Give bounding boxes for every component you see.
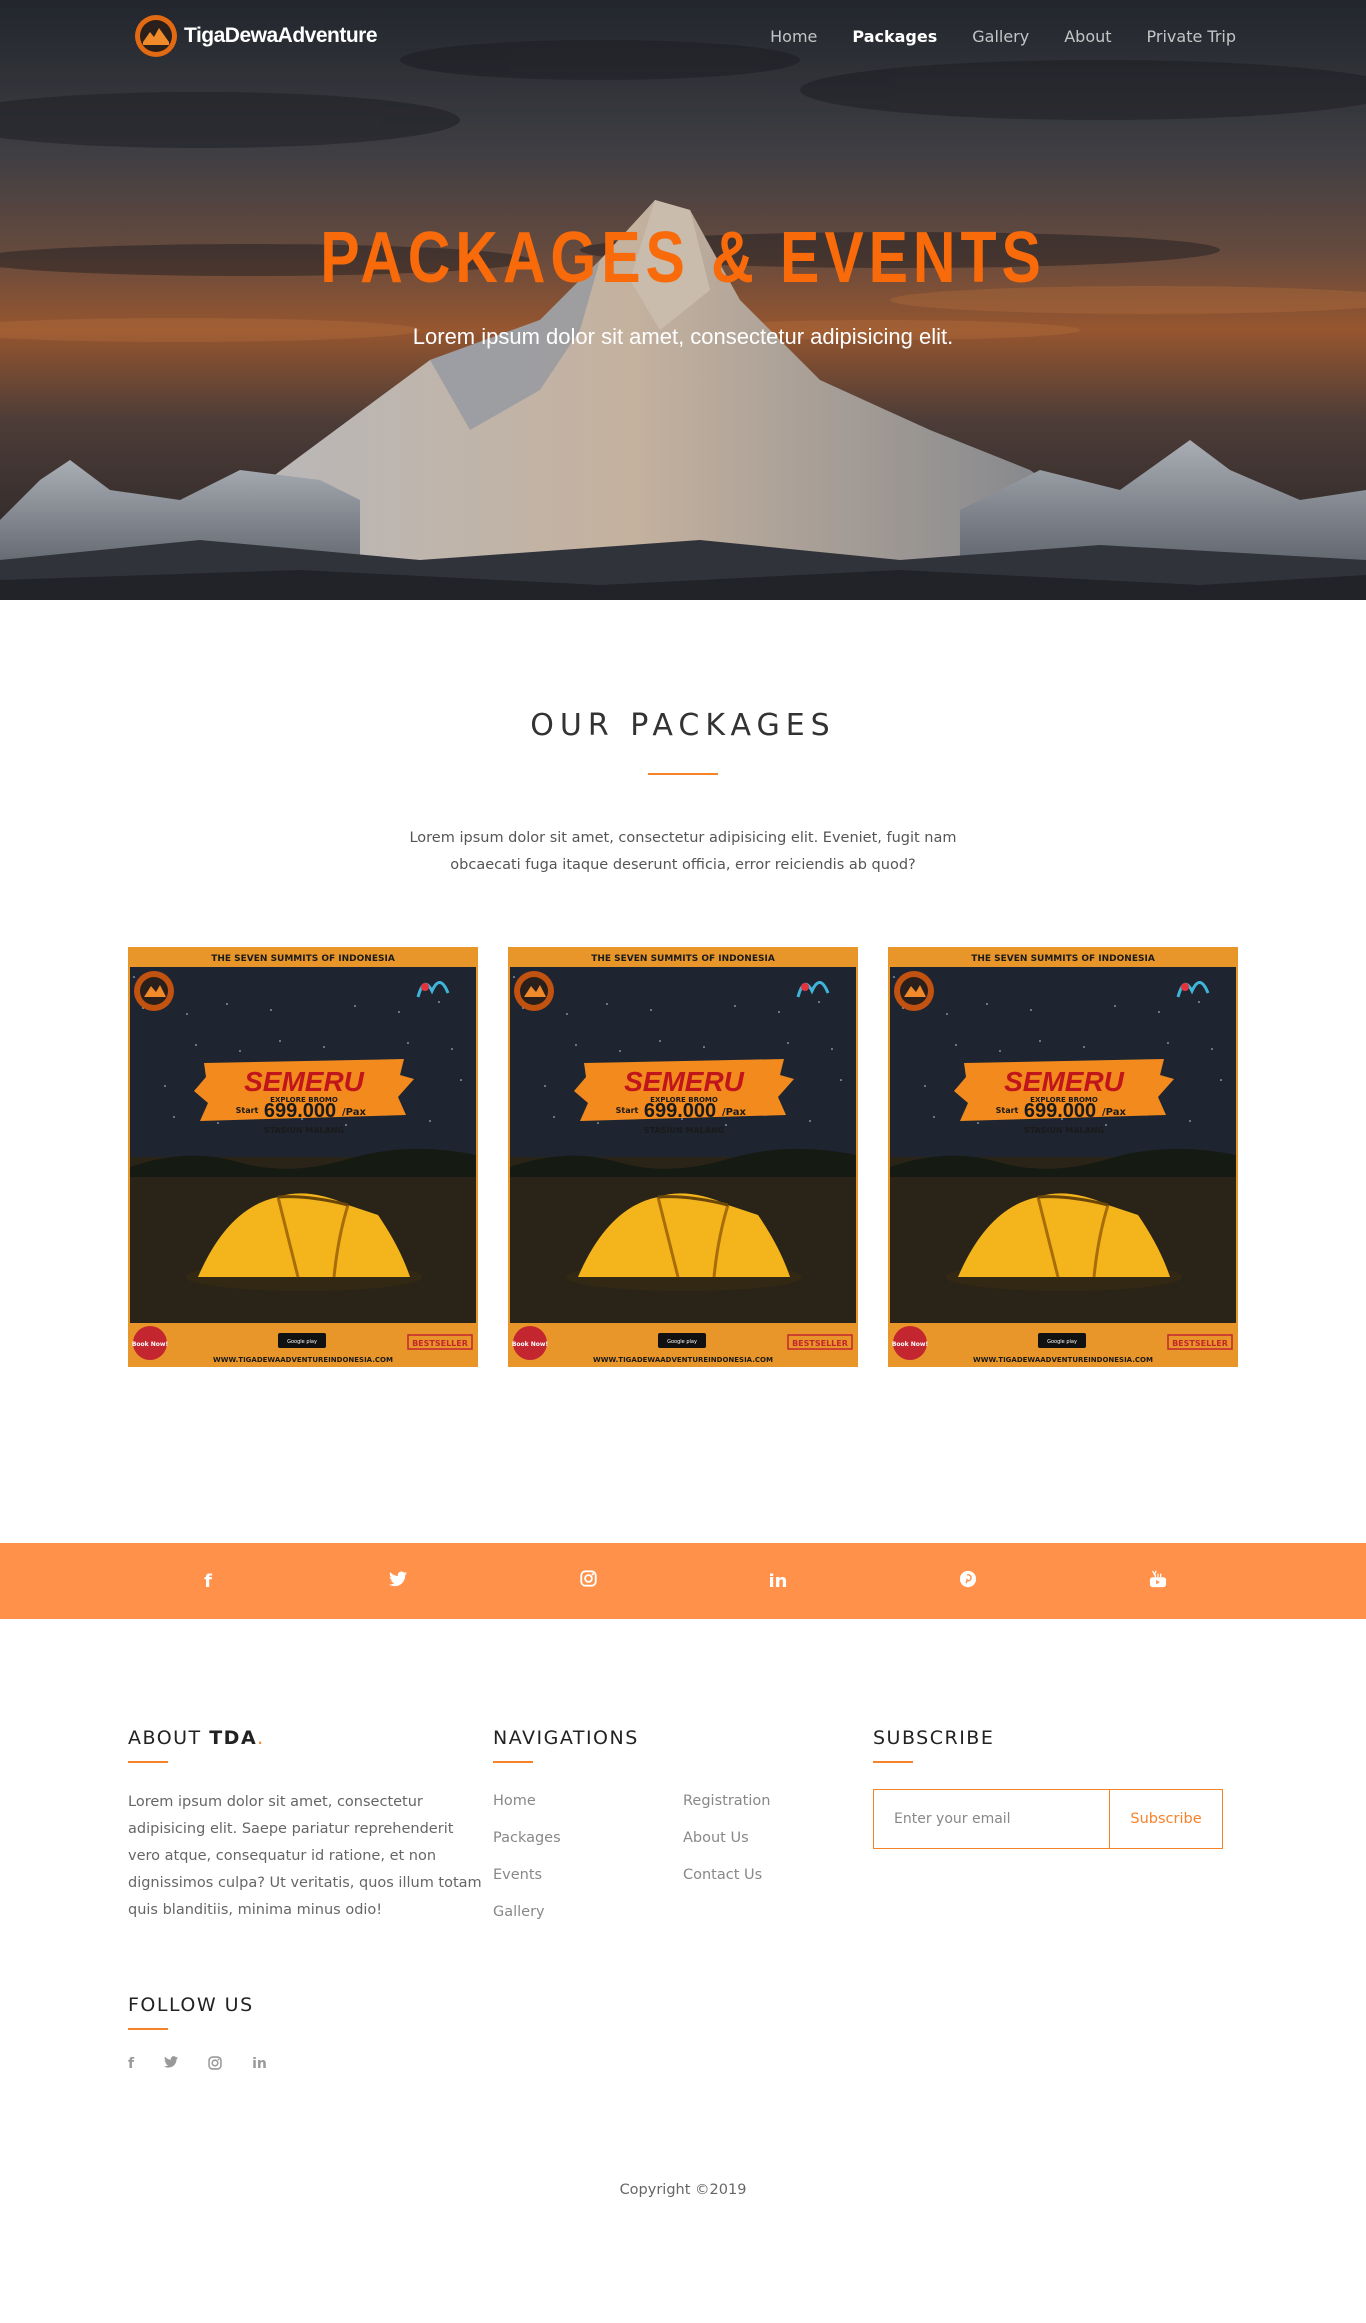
nav-item-gallery[interactable]: Gallery xyxy=(972,27,1029,46)
poster-price: 699.000 xyxy=(644,1100,716,1122)
poster-unit: /Pax xyxy=(342,1107,366,1118)
footer: ABOUT TDA. Lorem ipsum dolor sit amet, c… xyxy=(0,1619,1366,2304)
linkedin-icon[interactable]: in xyxy=(683,1571,873,1592)
poster-website: WWW.TIGADEWAADVENTUREINDONESIA.COM xyxy=(593,1356,773,1364)
poster-price: 699.000 xyxy=(1024,1100,1096,1122)
package-poster: THE SEVEN SUMMITS OF INDONESIASEMERUEXPL… xyxy=(888,947,1238,1367)
poster-website: WWW.TIGADEWAADVENTUREINDONESIA.COM xyxy=(213,1356,393,1364)
poster-start-label: Start xyxy=(616,1106,639,1115)
poster-start-label: Start xyxy=(996,1106,1019,1115)
facebook-icon[interactable]: f xyxy=(113,1571,303,1592)
poster-bestseller-text: BESTSELLER xyxy=(792,1339,848,1348)
top-navbar: TigaDewaAdventure Home Packages Gallery … xyxy=(0,0,1366,72)
follow-divider xyxy=(128,2028,168,2030)
instagram-icon[interactable] xyxy=(493,1570,683,1592)
navigations-divider xyxy=(493,1761,533,1763)
poster-mountain: SEMERU xyxy=(244,1066,365,1097)
subscribe-title: SUBSCRIBE xyxy=(873,1727,995,1749)
hero-text: PACKAGES & EVENTS Lorem ipsum dolor sit … xyxy=(0,222,1366,350)
poster-start-label: Start xyxy=(236,1106,259,1115)
poster-badge-text: Book Now! xyxy=(132,1341,168,1348)
poster-bestseller-text: BESTSELLER xyxy=(412,1339,468,1348)
footer-subscribe: SUBSCRIBE Subscribe xyxy=(873,1727,1238,1924)
poster-price: 699.000 xyxy=(264,1100,336,1122)
poster-banner: THE SEVEN SUMMITS OF INDONESIA xyxy=(971,954,1155,964)
footer-about: ABOUT TDA. Lorem ipsum dolor sit amet, c… xyxy=(128,1727,493,1924)
poster-store: Google play xyxy=(1047,1339,1077,1345)
poster-badge-text: Book Now! xyxy=(892,1341,928,1348)
poster-banner: THE SEVEN SUMMITS OF INDONESIA xyxy=(211,954,395,964)
poster-banner: THE SEVEN SUMMITS OF INDONESIA xyxy=(591,954,775,964)
pinterest-icon[interactable] xyxy=(873,1570,1063,1593)
subscribe-form: Subscribe xyxy=(873,1789,1223,1849)
follow-us: FOLLOW US f in xyxy=(0,1924,1366,2074)
footer-link-registration[interactable]: Registration xyxy=(683,1789,873,1813)
poster-badge-text: Book Now! xyxy=(512,1341,548,1348)
brand-name: TigaDewaAdventure xyxy=(184,24,378,47)
package-poster: THE SEVEN SUMMITS OF INDONESIASEMERUEXPL… xyxy=(508,947,858,1367)
youtube-icon[interactable] xyxy=(1063,1570,1253,1593)
about-title: ABOUT TDA. xyxy=(128,1727,265,1749)
package-cards: THE SEVEN SUMMITS OF INDONESIA SEMERU EXPL… xyxy=(0,947,1366,1367)
packages-description: Lorem ipsum dolor sit amet, consectetur … xyxy=(409,830,957,873)
twitter-icon[interactable] xyxy=(303,1571,493,1592)
nav-item-private-trip[interactable]: Private Trip xyxy=(1147,27,1236,46)
instagram-icon[interactable] xyxy=(208,2056,222,2074)
hero-title: PACKAGES & EVENTS xyxy=(320,218,1046,298)
poster-mountain: SEMERU xyxy=(624,1066,745,1097)
brand[interactable]: TigaDewaAdventure xyxy=(134,14,378,58)
subscribe-divider xyxy=(873,1761,913,1763)
poster-station: STASIUN MALANG xyxy=(644,1126,724,1135)
nav-item-home[interactable]: Home xyxy=(770,27,817,46)
twitter-icon[interactable] xyxy=(164,2056,179,2074)
poster-unit: /Pax xyxy=(722,1107,746,1118)
footer-link-packages[interactable]: Packages xyxy=(493,1826,683,1850)
packages-title: OUR PACKAGES xyxy=(530,708,836,743)
poster-store: Google play xyxy=(667,1339,697,1345)
footer-nav-links: Home Registration Packages About Us Even… xyxy=(493,1789,873,1924)
navigations-title: NAVIGATIONS xyxy=(493,1727,639,1749)
footer-columns: ABOUT TDA. Lorem ipsum dolor sit amet, c… xyxy=(0,1619,1366,1924)
footer-navigations: NAVIGATIONS Home Registration Packages A… xyxy=(493,1727,873,1924)
poster-unit: /Pax xyxy=(1102,1107,1126,1118)
poster-station: STASIUN MALANG xyxy=(1024,1126,1104,1135)
poster-store: Google play xyxy=(287,1339,317,1345)
brand-logo-icon xyxy=(135,15,177,57)
about-divider xyxy=(128,1761,168,1763)
footer-link-home[interactable]: Home xyxy=(493,1789,683,1813)
facebook-icon[interactable]: f xyxy=(128,2056,134,2074)
poster-station: STASIUN MALANG xyxy=(264,1126,344,1135)
about-text: Lorem ipsum dolor sit amet, consectetur … xyxy=(128,1794,482,1918)
nav-menu: Home Packages Gallery About Private Trip xyxy=(770,27,1236,46)
hero-subtitle: Lorem ipsum dolor sit amet, consectetur … xyxy=(412,324,954,349)
package-poster: THE SEVEN SUMMITS OF INDONESIASEMERUEXPL… xyxy=(128,947,478,1367)
package-card[interactable]: THE SEVEN SUMMITS OF INDONESIA SEMERU EXPL… xyxy=(888,947,1238,1367)
copyright: Copyright ©2019 xyxy=(619,2182,747,2198)
footer-link-events[interactable]: Events xyxy=(493,1863,683,1887)
title-divider xyxy=(648,773,718,775)
email-field[interactable] xyxy=(874,1790,1110,1848)
poster-website: WWW.TIGADEWAADVENTUREINDONESIA.COM xyxy=(973,1356,1153,1364)
follow-title: FOLLOW US xyxy=(128,1994,254,2016)
nav-item-packages[interactable]: Packages xyxy=(852,27,937,46)
package-card[interactable]: THE SEVEN SUMMITS OF INDONESIA SEMERU EXPL… xyxy=(508,947,858,1367)
social-bar: f in xyxy=(0,1543,1366,1619)
linkedin-icon[interactable]: in xyxy=(252,2056,267,2074)
follow-icons: f in xyxy=(128,2056,1238,2074)
package-card[interactable]: THE SEVEN SUMMITS OF INDONESIA SEMERU EXPL… xyxy=(128,947,478,1367)
nav-item-about[interactable]: About xyxy=(1064,27,1111,46)
footer-link-contact-us[interactable]: Contact Us xyxy=(683,1863,873,1887)
packages-section: OUR PACKAGES Lorem ipsum dolor sit amet,… xyxy=(0,600,1366,1367)
footer-link-gallery[interactable]: Gallery xyxy=(493,1900,683,1924)
poster-bestseller-text: BESTSELLER xyxy=(1172,1339,1228,1348)
footer-link-about-us[interactable]: About Us xyxy=(683,1826,873,1850)
hero-section: TigaDewaAdventure Home Packages Gallery … xyxy=(0,0,1366,600)
poster-mountain: SEMERU xyxy=(1004,1066,1125,1097)
subscribe-button[interactable]: Subscribe xyxy=(1110,1790,1222,1848)
